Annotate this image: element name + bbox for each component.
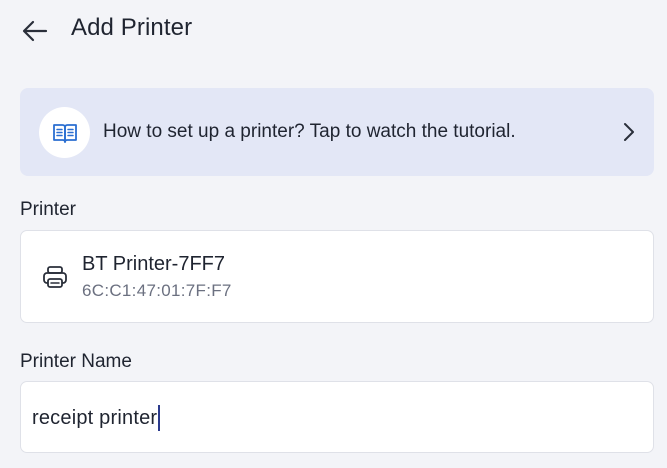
printer-device-name: BT Printer-7FF7	[82, 253, 225, 275]
printer-name-label: Printer Name	[20, 351, 132, 372]
printer-name-field[interactable]: receipt printer	[20, 381, 654, 453]
printer-mac-address: 6C:C1:47:01:7F:F7	[82, 281, 232, 300]
text-caret	[158, 405, 161, 431]
banner-icon-circle	[39, 107, 90, 158]
printer-name-value: receipt printer	[32, 406, 158, 429]
chevron-right-icon	[622, 121, 636, 143]
printer-device-card[interactable]: BT Printer-7FF7 6C:C1:47:01:7F:F7	[20, 230, 654, 323]
book-icon	[52, 123, 77, 143]
printer-section-label: Printer	[20, 199, 76, 220]
tutorial-banner[interactable]: How to set up a printer? Tap to watch th…	[20, 88, 654, 176]
header: Add Printer	[0, 0, 667, 62]
add-printer-screen: Add Printer How to set up a printer? Tap…	[0, 0, 667, 468]
printer-icon	[41, 264, 69, 290]
page-title: Add Printer	[71, 14, 193, 41]
banner-text: How to set up a printer? Tap to watch th…	[103, 121, 516, 142]
arrow-left-icon	[22, 20, 48, 42]
printer-name-input[interactable]: receipt printer	[32, 404, 632, 432]
back-button[interactable]	[18, 16, 52, 46]
